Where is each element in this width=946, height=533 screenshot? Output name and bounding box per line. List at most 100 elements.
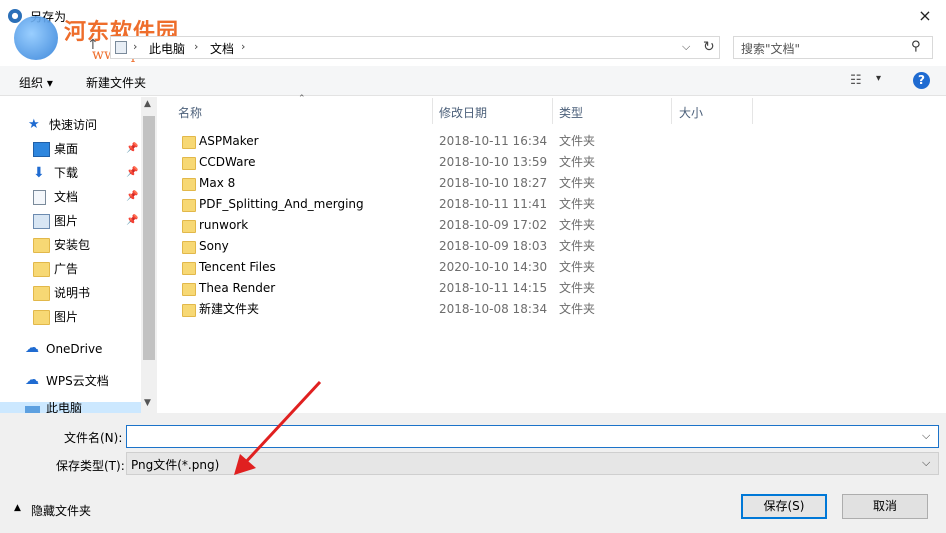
up-arrow-icon[interactable]: ↑ xyxy=(87,37,103,55)
filetype-value: Png文件(*.png) xyxy=(131,458,220,472)
file-row[interactable]: Tencent Files 2020-10-10 14:30 文件夹 xyxy=(158,257,718,278)
folder-icon xyxy=(182,178,196,191)
toolbar: 组织 ▾ 新建文件夹 ☷ ▾ ? xyxy=(0,66,946,96)
search-input[interactable]: 搜索"文档" ⚲ xyxy=(733,36,933,59)
file-name: Thea Render xyxy=(199,281,276,295)
folder-icon xyxy=(182,241,196,254)
chevron-down-icon[interactable]: ⌵ xyxy=(682,40,690,54)
view-options-icon[interactable]: ☷ xyxy=(850,73,862,88)
folder-icon xyxy=(182,220,196,233)
file-row[interactable]: PDF_Splitting_And_merging 2018-10-11 11:4… xyxy=(158,194,718,215)
nav-label: 快速访问 xyxy=(49,118,98,132)
file-name: Tencent Files xyxy=(199,260,276,274)
caret-up-icon[interactable]: ▲ xyxy=(14,503,21,513)
folder-icon xyxy=(33,262,50,277)
refresh-icon[interactable]: ↻ xyxy=(703,39,715,55)
cloud-icon: ☁ xyxy=(25,340,39,356)
pin-icon[interactable]: 📌 xyxy=(126,162,138,184)
file-date: 2018-10-08 18:34 xyxy=(439,302,548,316)
file-row[interactable]: ASPMaker 2018-10-11 16:34 文件夹 xyxy=(158,131,718,152)
pictures-icon xyxy=(33,214,50,229)
file-type: 文件夹 xyxy=(559,155,596,169)
address-bar[interactable]: › 此电脑 › 文档 › ⌵ ↻ xyxy=(110,36,720,59)
file-name: runwork xyxy=(199,218,249,232)
help-icon[interactable]: ? xyxy=(913,72,930,89)
column-divider[interactable] xyxy=(752,98,753,124)
file-name: CCDWare xyxy=(199,155,256,169)
nav-scrollbar-thumb[interactable] xyxy=(143,116,155,360)
file-row[interactable]: 新建文件夹 2018-10-08 18:34 文件夹 xyxy=(158,299,718,320)
column-header-type[interactable]: 类型 xyxy=(559,104,583,121)
column-divider[interactable] xyxy=(432,98,433,124)
breadcrumb-documents[interactable]: 文档 xyxy=(210,40,234,57)
organize-menu-button[interactable]: 组织 ▾ xyxy=(19,74,53,91)
column-header-size[interactable]: 大小 xyxy=(679,104,703,121)
column-header-date[interactable]: 修改日期 xyxy=(439,104,487,121)
nav-this-pc[interactable]: 此电脑 xyxy=(0,402,141,413)
breadcrumb-separator[interactable]: › xyxy=(133,40,137,53)
pin-icon[interactable]: 📌 xyxy=(126,138,138,160)
file-row[interactable]: Max 8 2018-10-10 18:27 文件夹 xyxy=(158,173,718,194)
chevron-down-icon[interactable]: ⌵ xyxy=(922,456,930,470)
nav-label: 图片 xyxy=(54,214,79,228)
nav-item-desktop[interactable]: 桌面 📌 xyxy=(33,138,143,160)
file-type: 文件夹 xyxy=(559,260,596,274)
nav-item-documents[interactable]: 文档 📌 xyxy=(33,186,143,208)
file-type: 文件夹 xyxy=(559,239,596,253)
navigation-pane: ★ 快速访问 桌面 📌 ⬇ 下载 📌 文档 📌 图片 📌 安装包 广告 说明书 … xyxy=(0,97,157,413)
sort-ascending-icon: ⌃ xyxy=(298,94,306,104)
nav-label: WPS云文档 xyxy=(46,374,109,388)
file-date: 2018-10-11 11:41 xyxy=(439,197,548,211)
column-divider[interactable] xyxy=(552,98,553,124)
file-date: 2018-10-09 18:03 xyxy=(439,239,548,253)
chevron-down-icon[interactable]: ⌵ xyxy=(922,429,930,443)
file-name: 新建文件夹 xyxy=(199,302,260,316)
folder-icon xyxy=(182,283,196,296)
breadcrumb-this-pc[interactable]: 此电脑 xyxy=(149,40,185,57)
file-row[interactable]: CCDWare 2018-10-10 13:59 文件夹 xyxy=(158,152,718,173)
scroll-up-icon[interactable]: ▲ xyxy=(144,99,151,109)
folder-icon xyxy=(182,136,196,149)
file-row[interactable]: Sony 2018-10-09 18:03 文件夹 xyxy=(158,236,718,257)
view-dropdown[interactable]: ▾ xyxy=(876,73,881,84)
file-type: 文件夹 xyxy=(559,302,596,316)
computer-icon xyxy=(115,41,127,54)
pin-icon[interactable]: 📌 xyxy=(126,210,138,232)
nav-label: OneDrive xyxy=(46,342,103,356)
breadcrumb-separator[interactable]: › xyxy=(194,40,198,53)
hide-folders-toggle[interactable]: 隐藏文件夹 xyxy=(31,502,91,519)
column-header-name[interactable]: 名称 xyxy=(178,104,202,121)
download-arrow-icon: ⬇ xyxy=(33,165,45,181)
nav-label: 图片 xyxy=(54,310,79,324)
file-date: 2018-10-09 17:02 xyxy=(439,218,548,232)
file-row[interactable]: runwork 2018-10-09 17:02 文件夹 xyxy=(158,215,718,236)
file-row[interactable]: Thea Render 2018-10-11 14:15 文件夹 xyxy=(158,278,718,299)
app-icon: ● xyxy=(8,9,22,23)
breadcrumb-separator[interactable]: › xyxy=(241,40,245,53)
new-folder-button[interactable]: 新建文件夹 xyxy=(86,74,146,91)
file-name: Sony xyxy=(199,239,229,253)
pin-icon[interactable]: 📌 xyxy=(126,186,138,208)
file-date: 2018-10-11 16:34 xyxy=(439,134,548,148)
close-button[interactable]: × xyxy=(904,0,946,32)
nav-item-downloads[interactable]: ⬇ 下载 📌 xyxy=(33,162,143,184)
search-placeholder: 搜索"文档" xyxy=(741,42,801,56)
column-divider[interactable] xyxy=(671,98,672,124)
scroll-down-icon[interactable]: ▼ xyxy=(144,398,151,408)
file-type: 文件夹 xyxy=(559,218,596,232)
file-date: 2018-10-10 13:59 xyxy=(439,155,548,169)
file-name: PDF_Splitting_And_merging xyxy=(199,197,364,211)
nav-item-pictures[interactable]: 图片 📌 xyxy=(33,210,143,232)
save-button[interactable]: 保存(S) xyxy=(741,494,827,519)
document-icon xyxy=(33,190,46,205)
folder-icon xyxy=(33,310,50,325)
star-icon: ★ xyxy=(28,117,40,132)
search-icon[interactable]: ⚲ xyxy=(911,39,921,54)
nav-label: 此电脑 xyxy=(46,402,83,413)
watermark-logo-icon xyxy=(14,16,58,60)
folder-icon xyxy=(182,262,196,275)
cancel-button[interactable]: 取消 xyxy=(842,494,928,519)
file-date: 2018-10-10 18:27 xyxy=(439,176,548,190)
filetype-label: 保存类型(T): xyxy=(56,459,125,473)
desktop-icon xyxy=(33,142,50,157)
